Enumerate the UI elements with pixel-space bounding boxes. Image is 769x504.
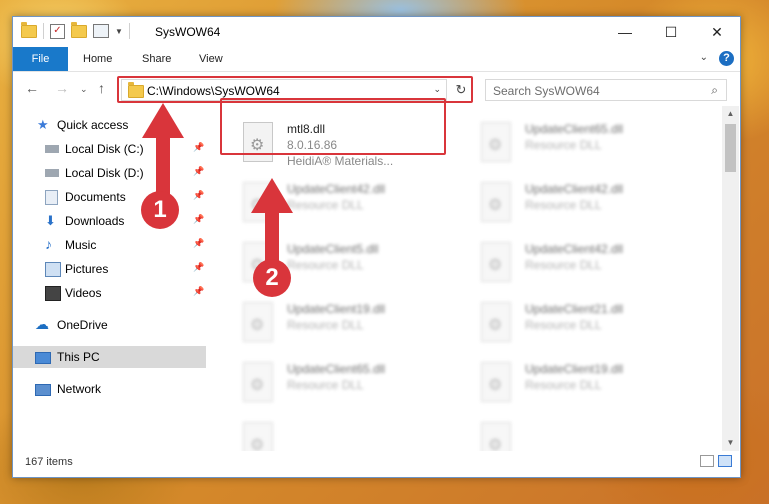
step-1-callout: 1 [141,191,179,229]
step-2-callout: 2 [253,259,291,297]
annotation-arrows [142,103,293,268]
arrow-2 [251,178,293,268]
arrow-1 [142,103,184,200]
